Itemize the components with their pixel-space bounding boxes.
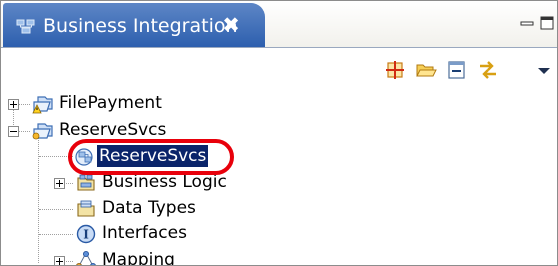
warning-library-icon [32,96,53,114]
business-logic-icon [77,174,95,191]
view-menu-icon[interactable] [533,60,555,80]
tree-item-label: FilePayment [59,93,162,113]
expand-toggle[interactable] [8,99,19,110]
tree-item-business-logic[interactable]: Business Logic [1,171,301,196]
view-toolbar [1,48,557,90]
new-module-icon[interactable] [384,60,406,80]
close-icon[interactable]: ✖ [219,13,243,37]
expand-toggle[interactable] [54,256,65,265]
business-integration-view-icon [16,19,35,34]
data-types-icon [77,200,95,217]
svg-text:I: I [83,228,89,242]
maximize-icon[interactable] [539,15,555,31]
tree-item-label: Business Logic [102,172,227,192]
open-folder-icon[interactable] [415,60,437,80]
project-tree: FilePayment ReserveSvcs ReserveSvcs Busi… [1,90,557,266]
collapse-all-icon[interactable] [446,60,468,80]
link-with-editor-icon[interactable] [477,60,499,80]
tree-item-label: Data Types [102,198,196,218]
expand-toggle[interactable] [54,178,65,189]
minimize-icon[interactable] [519,17,535,31]
mapping-icon [76,251,96,265]
tree-item-label-selected: ReserveSvcs [95,144,210,168]
view-tab-row: Business Integration ✖ [1,1,557,47]
tree-item-mapping[interactable]: Mapping [1,249,301,266]
tree-item-label: Interfaces [102,223,187,243]
tree-item-label: Mapping [102,250,175,266]
tree-item-reservesvcs-assembly[interactable]: ReserveSvcs [1,144,301,170]
module-icon [32,123,53,140]
tree-item-interfaces[interactable]: I Interfaces [1,222,301,247]
tree-item-data-types[interactable]: Data Types [1,197,301,222]
view-tab-business-integration[interactable]: Business Integration ✖ [3,3,265,47]
collapse-toggle[interactable] [8,126,19,137]
view-title: Business Integration [43,15,238,37]
tree-item-reservesvcs-module[interactable]: ReserveSvcs [1,119,301,144]
assembly-diagram-icon [75,148,93,166]
business-integration-view: Business Integration ✖ FilePayment Reser… [0,0,558,266]
interface-icon: I [76,224,96,244]
tree-item-label: ReserveSvcs [59,120,167,140]
tree-item-filepayment[interactable]: FilePayment [1,92,301,117]
